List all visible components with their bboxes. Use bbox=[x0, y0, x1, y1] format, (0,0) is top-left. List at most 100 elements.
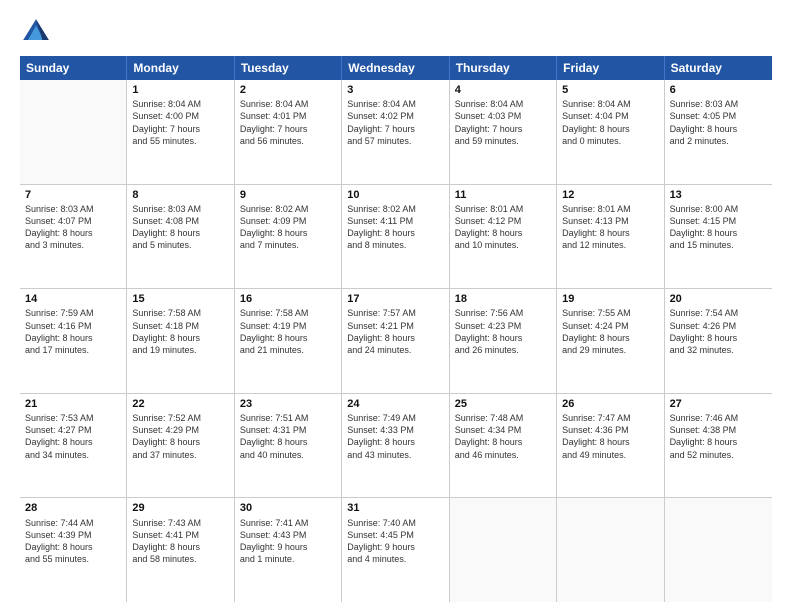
day-number: 2 bbox=[240, 83, 336, 97]
day-number: 19 bbox=[562, 292, 658, 306]
day-info: Sunrise: 7:47 AMSunset: 4:36 PMDaylight:… bbox=[562, 412, 658, 461]
day-number: 21 bbox=[25, 397, 121, 411]
week-row-1: 1Sunrise: 8:04 AMSunset: 4:00 PMDaylight… bbox=[20, 80, 772, 185]
day-info: Sunrise: 7:54 AMSunset: 4:26 PMDaylight:… bbox=[670, 307, 767, 356]
day-cell-31: 31 Sunrise: 7:40 AMSunset: 4:45 PMDayligh… bbox=[342, 498, 449, 602]
day-cell-28: 28Sunrise: 7:44 AMSunset: 4:39 PMDayligh… bbox=[20, 498, 127, 602]
day-cell-14: 14Sunrise: 7:59 AMSunset: 4:16 PMDayligh… bbox=[20, 289, 127, 393]
day-info: Sunrise: 7:48 AMSunset: 4:34 PMDaylight:… bbox=[455, 412, 551, 461]
day-info: Sunrise: 7:53 AMSunset: 4:27 PMDaylight:… bbox=[25, 412, 121, 461]
day-cell-7: 7Sunrise: 8:03 AMSunset: 4:07 PMDaylight… bbox=[20, 185, 127, 289]
day-number: 1 bbox=[132, 83, 228, 97]
day-info: Sunrise: 8:01 AMSunset: 4:13 PMDaylight:… bbox=[562, 203, 658, 252]
day-number: 31 bbox=[347, 501, 443, 515]
day-info: Sunrise: 8:04 AMSunset: 4:02 PMDaylight:… bbox=[347, 98, 443, 147]
day-number: 3 bbox=[347, 83, 443, 97]
day-info: Sunrise: 8:00 AMSunset: 4:15 PMDaylight:… bbox=[670, 203, 767, 252]
day-info: Sunrise: 8:01 AMSunset: 4:12 PMDaylight:… bbox=[455, 203, 551, 252]
day-number: 13 bbox=[670, 188, 767, 202]
day-cell-empty bbox=[450, 498, 557, 602]
day-cell-1: 1Sunrise: 8:04 AMSunset: 4:00 PMDaylight… bbox=[127, 80, 234, 184]
day-number: 5 bbox=[562, 83, 658, 97]
day-info: Sunrise: 8:02 AMSunset: 4:09 PMDaylight:… bbox=[240, 203, 336, 252]
day-number: 22 bbox=[132, 397, 228, 411]
day-cell-8: 8Sunrise: 8:03 AMSunset: 4:08 PMDaylight… bbox=[127, 185, 234, 289]
day-cell-empty bbox=[20, 80, 127, 184]
day-number: 11 bbox=[455, 188, 551, 202]
logo bbox=[20, 16, 56, 48]
day-cell-11: 11Sunrise: 8:01 AMSunset: 4:12 PMDayligh… bbox=[450, 185, 557, 289]
day-cell-25: 25Sunrise: 7:48 AMSunset: 4:34 PMDayligh… bbox=[450, 394, 557, 498]
day-cell-26: 26Sunrise: 7:47 AMSunset: 4:36 PMDayligh… bbox=[557, 394, 664, 498]
day-cell-22: 22Sunrise: 7:52 AMSunset: 4:29 PMDayligh… bbox=[127, 394, 234, 498]
day-cell-20: 20Sunrise: 7:54 AMSunset: 4:26 PMDayligh… bbox=[665, 289, 772, 393]
day-number: 26 bbox=[562, 397, 658, 411]
header-day-wednesday: Wednesday bbox=[342, 56, 449, 80]
day-info: Sunrise: 7:58 AMSunset: 4:18 PMDaylight:… bbox=[132, 307, 228, 356]
day-number: 29 bbox=[132, 501, 228, 515]
day-info: Sunrise: 7:41 AMSunset: 4:43 PMDaylight:… bbox=[240, 517, 336, 566]
day-info: Sunrise: 7:43 AMSunset: 4:41 PMDaylight:… bbox=[132, 517, 228, 566]
week-row-2: 7Sunrise: 8:03 AMSunset: 4:07 PMDaylight… bbox=[20, 185, 772, 290]
day-info: Sunrise: 8:04 AMSunset: 4:03 PMDaylight:… bbox=[455, 98, 551, 147]
header-day-friday: Friday bbox=[557, 56, 664, 80]
day-info: Sunrise: 8:03 AMSunset: 4:05 PMDaylight:… bbox=[670, 98, 767, 147]
day-number: 25 bbox=[455, 397, 551, 411]
week-row-3: 14Sunrise: 7:59 AMSunset: 4:16 PMDayligh… bbox=[20, 289, 772, 394]
day-info: Sunrise: 8:04 AMSunset: 4:01 PMDaylight:… bbox=[240, 98, 336, 147]
day-info: Sunrise: 7:49 AMSunset: 4:33 PMDaylight:… bbox=[347, 412, 443, 461]
week-row-5: 28Sunrise: 7:44 AMSunset: 4:39 PMDayligh… bbox=[20, 498, 772, 602]
week-row-4: 21Sunrise: 7:53 AMSunset: 4:27 PMDayligh… bbox=[20, 394, 772, 499]
day-cell-3: 3Sunrise: 8:04 AMSunset: 4:02 PMDaylight… bbox=[342, 80, 449, 184]
day-number: 20 bbox=[670, 292, 767, 306]
header bbox=[20, 16, 772, 48]
day-number: 23 bbox=[240, 397, 336, 411]
day-number: 6 bbox=[670, 83, 767, 97]
day-cell-15: 15Sunrise: 7:58 AMSunset: 4:18 PMDayligh… bbox=[127, 289, 234, 393]
header-day-saturday: Saturday bbox=[665, 56, 772, 80]
day-cell-27: 27Sunrise: 7:46 AMSunset: 4:38 PMDayligh… bbox=[665, 394, 772, 498]
day-info: Sunrise: 7:44 AMSunset: 4:39 PMDaylight:… bbox=[25, 517, 121, 566]
day-info: Sunrise: 7:51 AMSunset: 4:31 PMDaylight:… bbox=[240, 412, 336, 461]
day-info: Sunrise: 8:03 AMSunset: 4:08 PMDaylight:… bbox=[132, 203, 228, 252]
day-cell-23: 23Sunrise: 7:51 AMSunset: 4:31 PMDayligh… bbox=[235, 394, 342, 498]
day-info: Sunrise: 8:04 AMSunset: 4:00 PMDaylight:… bbox=[132, 98, 228, 147]
day-cell-6: 6Sunrise: 8:03 AMSunset: 4:05 PMDaylight… bbox=[665, 80, 772, 184]
header-day-monday: Monday bbox=[127, 56, 234, 80]
day-info: Sunrise: 7:46 AMSunset: 4:38 PMDaylight:… bbox=[670, 412, 767, 461]
day-cell-19: 19Sunrise: 7:55 AMSunset: 4:24 PMDayligh… bbox=[557, 289, 664, 393]
day-cell-empty bbox=[665, 498, 772, 602]
calendar-body: 1Sunrise: 8:04 AMSunset: 4:00 PMDaylight… bbox=[20, 80, 772, 602]
day-cell-30: 30 Sunrise: 7:41 AMSunset: 4:43 PMDayligh… bbox=[235, 498, 342, 602]
day-cell-2: 2Sunrise: 8:04 AMSunset: 4:01 PMDaylight… bbox=[235, 80, 342, 184]
header-day-thursday: Thursday bbox=[450, 56, 557, 80]
calendar-header: SundayMondayTuesdayWednesdayThursdayFrid… bbox=[20, 56, 772, 80]
day-info: Sunrise: 7:58 AMSunset: 4:19 PMDaylight:… bbox=[240, 307, 336, 356]
day-cell-21: 21Sunrise: 7:53 AMSunset: 4:27 PMDayligh… bbox=[20, 394, 127, 498]
day-cell-29: 29 Sunrise: 7:43 AMSunset: 4:41 PMDayligh… bbox=[127, 498, 234, 602]
day-number: 17 bbox=[347, 292, 443, 306]
day-number: 30 bbox=[240, 501, 336, 515]
day-number: 9 bbox=[240, 188, 336, 202]
day-cell-13: 13Sunrise: 8:00 AMSunset: 4:15 PMDayligh… bbox=[665, 185, 772, 289]
day-number: 12 bbox=[562, 188, 658, 202]
day-number: 14 bbox=[25, 292, 121, 306]
header-day-sunday: Sunday bbox=[20, 56, 127, 80]
page: SundayMondayTuesdayWednesdayThursdayFrid… bbox=[0, 0, 792, 612]
day-cell-5: 5Sunrise: 8:04 AMSunset: 4:04 PMDaylight… bbox=[557, 80, 664, 184]
day-cell-24: 24Sunrise: 7:49 AMSunset: 4:33 PMDayligh… bbox=[342, 394, 449, 498]
day-number: 15 bbox=[132, 292, 228, 306]
header-day-tuesday: Tuesday bbox=[235, 56, 342, 80]
day-info: Sunrise: 7:56 AMSunset: 4:23 PMDaylight:… bbox=[455, 307, 551, 356]
day-cell-4: 4Sunrise: 8:04 AMSunset: 4:03 PMDaylight… bbox=[450, 80, 557, 184]
logo-icon bbox=[20, 16, 52, 48]
day-info: Sunrise: 8:02 AMSunset: 4:11 PMDaylight:… bbox=[347, 203, 443, 252]
day-info: Sunrise: 8:03 AMSunset: 4:07 PMDaylight:… bbox=[25, 203, 121, 252]
day-info: Sunrise: 7:40 AMSunset: 4:45 PMDaylight:… bbox=[347, 517, 443, 566]
day-number: 27 bbox=[670, 397, 767, 411]
calendar: SundayMondayTuesdayWednesdayThursdayFrid… bbox=[20, 56, 772, 602]
day-cell-18: 18Sunrise: 7:56 AMSunset: 4:23 PMDayligh… bbox=[450, 289, 557, 393]
day-info: Sunrise: 7:52 AMSunset: 4:29 PMDaylight:… bbox=[132, 412, 228, 461]
day-number: 4 bbox=[455, 83, 551, 97]
day-number: 18 bbox=[455, 292, 551, 306]
